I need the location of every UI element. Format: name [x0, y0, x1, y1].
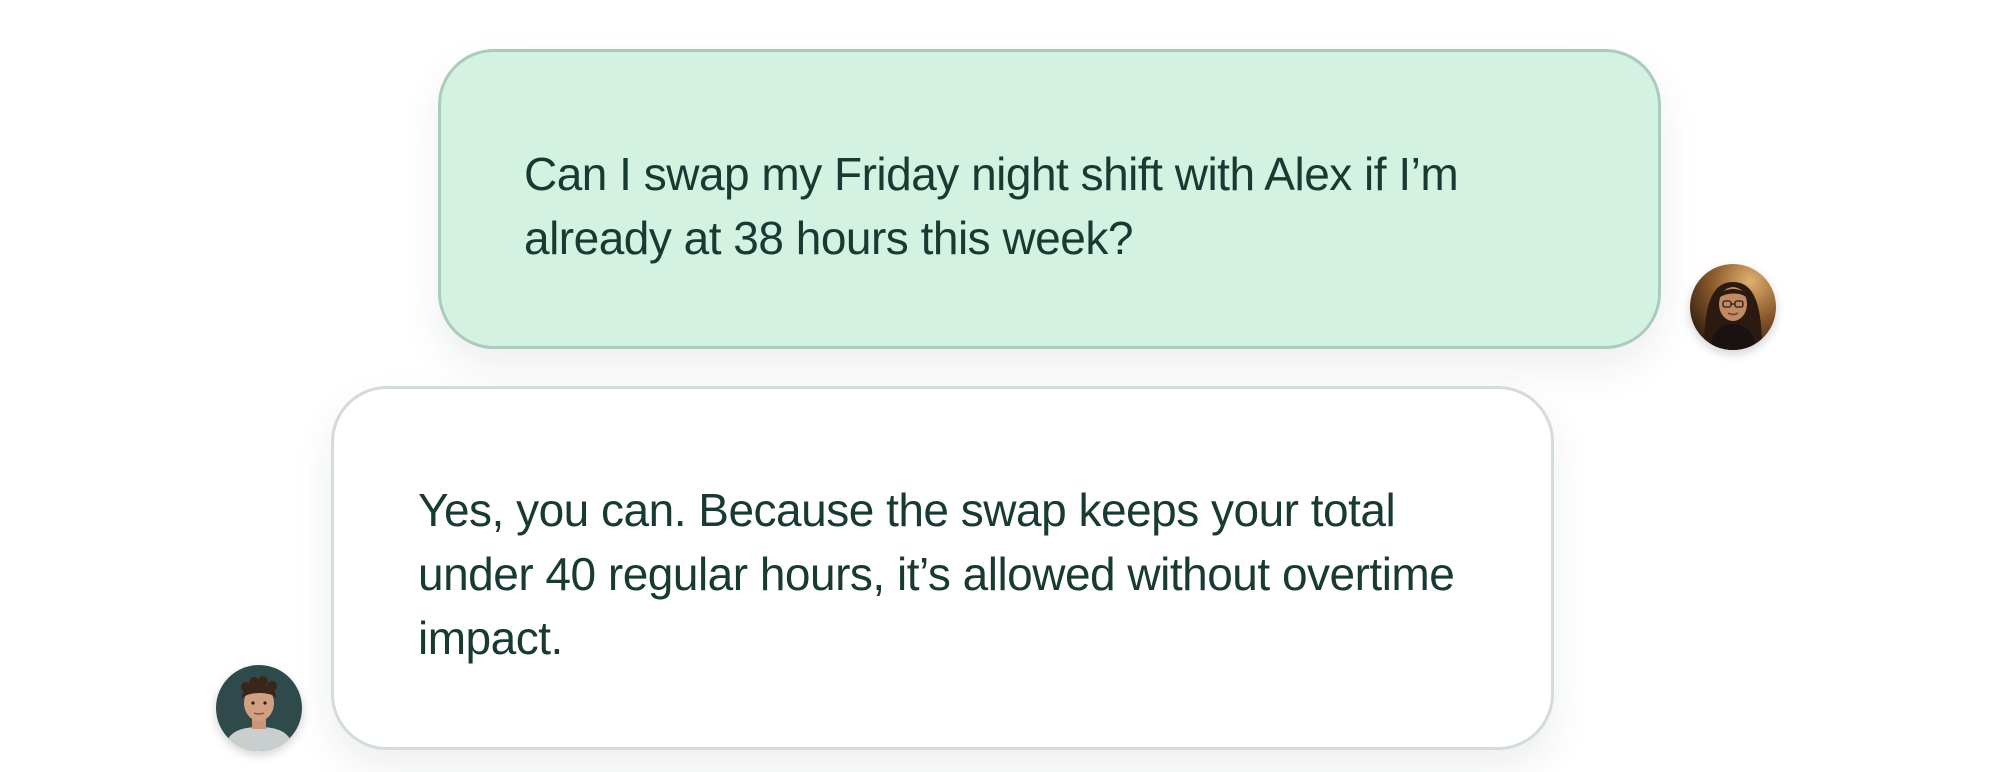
user-avatar-icon: [1690, 264, 1776, 350]
user-message-text: Can I swap my Friday night shift with Al…: [524, 148, 1459, 264]
assistant-avatar-icon: [216, 665, 302, 751]
user-message-bubble: Can I swap my Friday night shift with Al…: [438, 49, 1661, 349]
assistant-message-bubble: Yes, you can. Because the swap keeps you…: [331, 386, 1554, 750]
chat-thread: Can I swap my Friday night shift with Al…: [0, 0, 1992, 772]
assistant-message-text: Yes, you can. Because the swap keeps you…: [418, 484, 1455, 664]
